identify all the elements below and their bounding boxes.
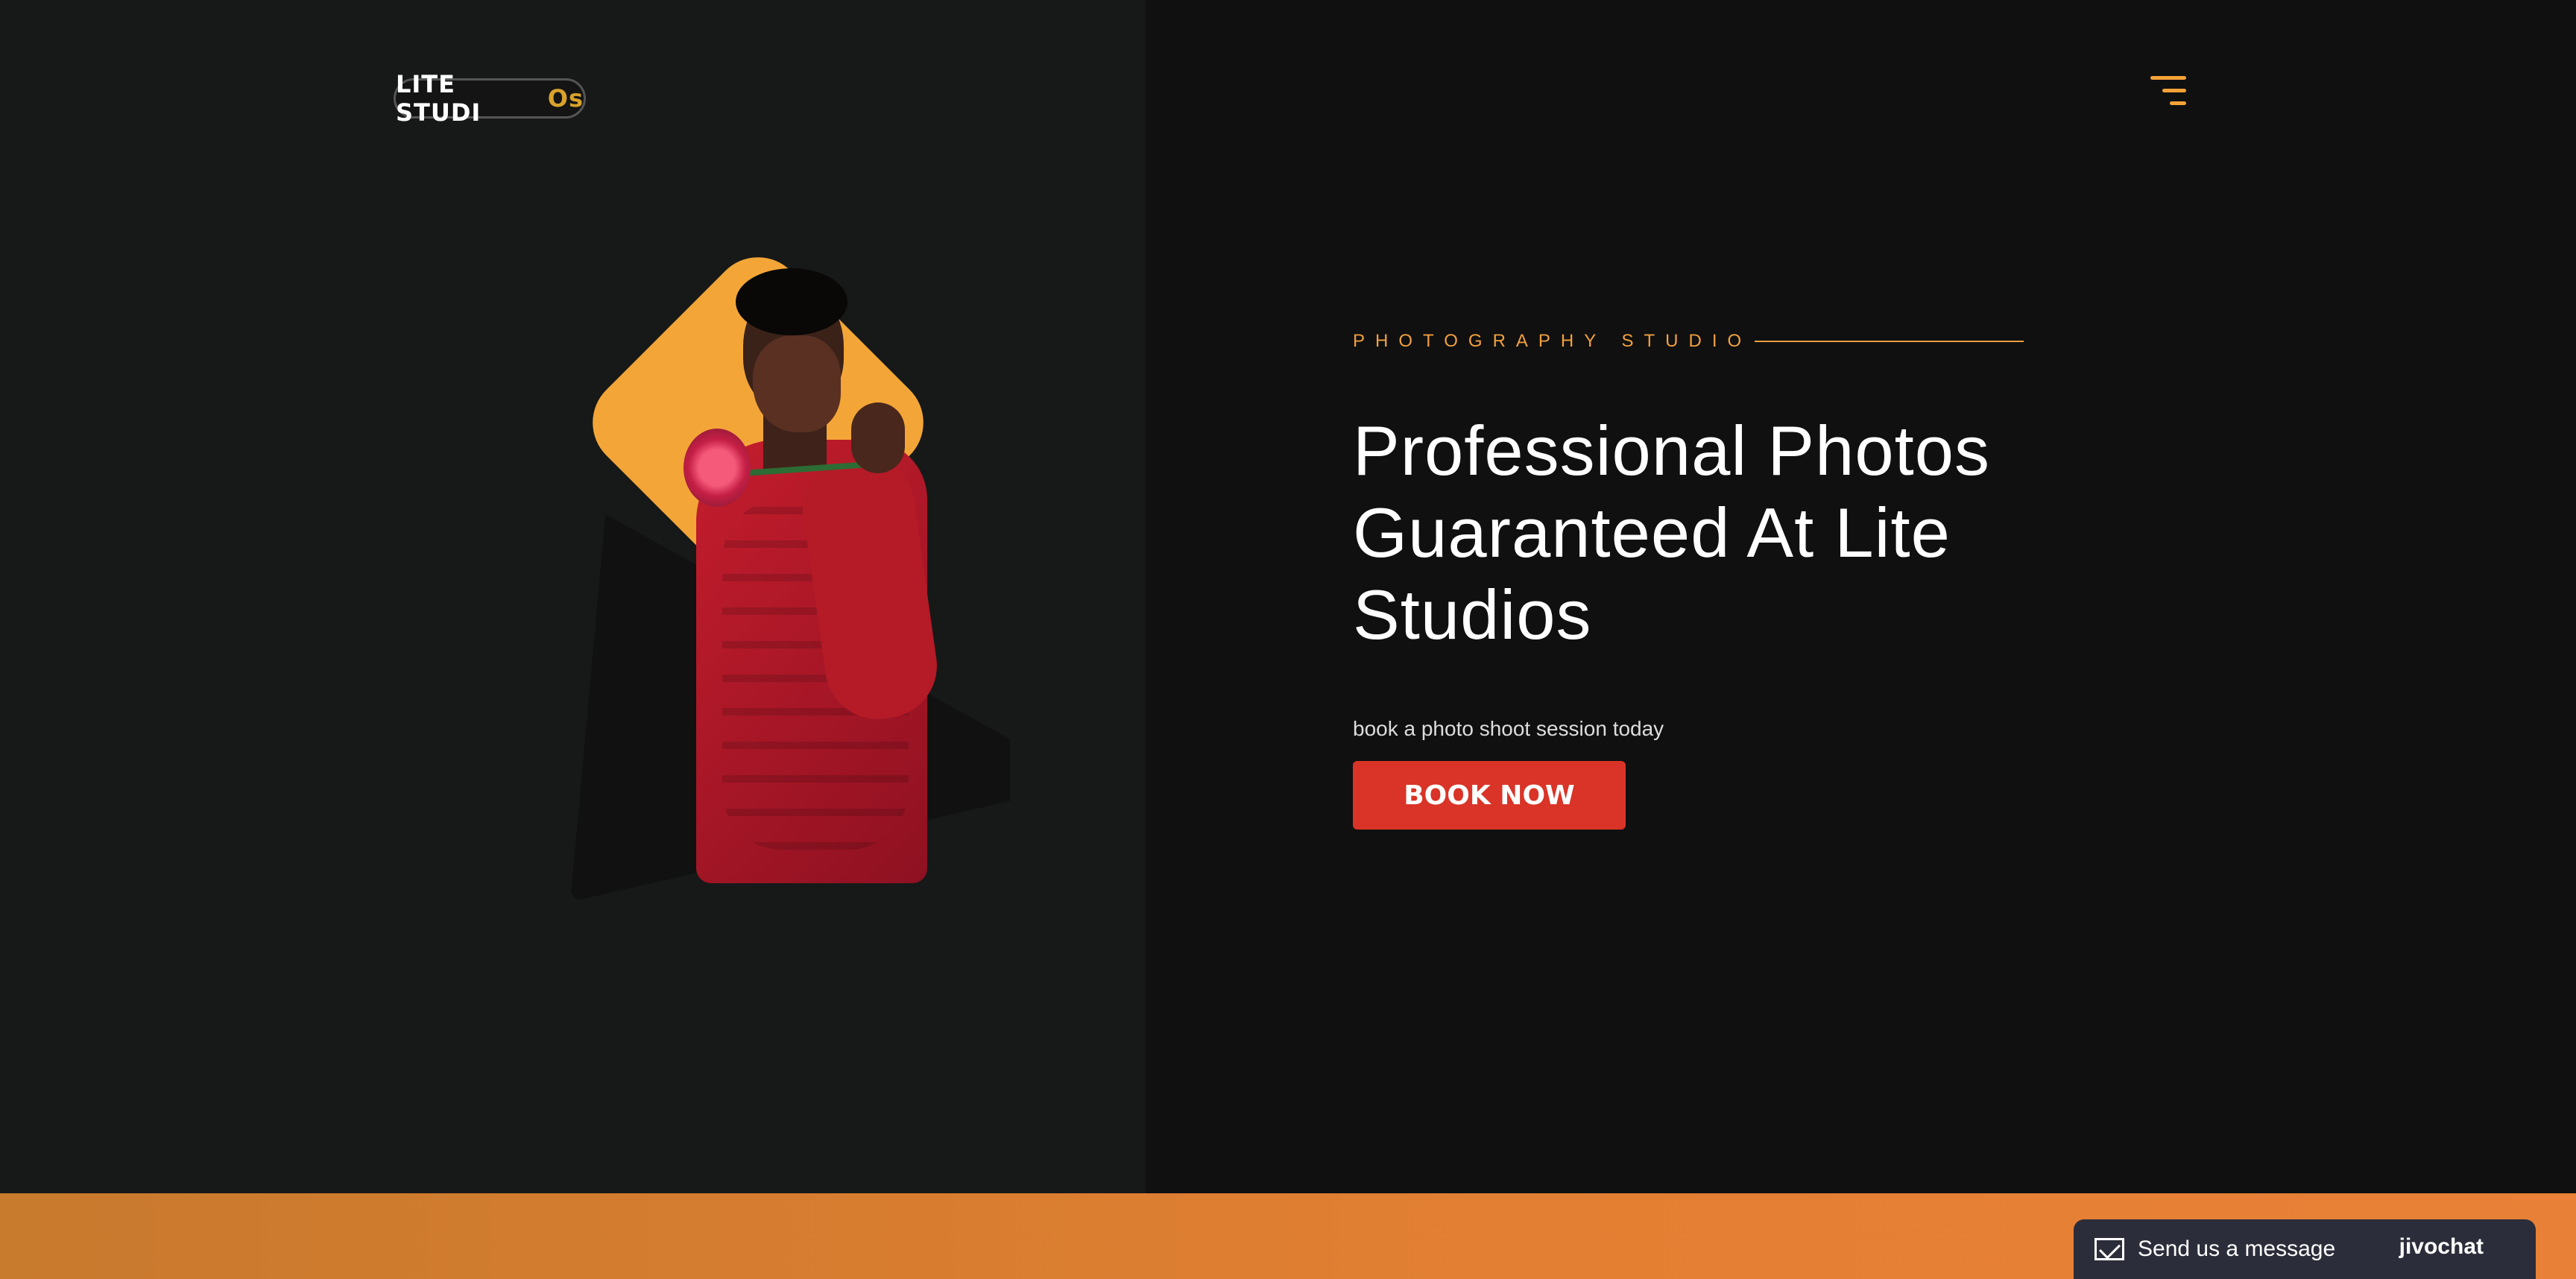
- chat-brand: jivochat: [2399, 1234, 2484, 1259]
- hero-subtitle: book a photo shoot session today: [1353, 717, 1664, 740]
- hamburger-menu-icon[interactable]: [2150, 76, 2186, 107]
- book-now-button[interactable]: BOOK NOW: [1353, 761, 1626, 830]
- model-face: [753, 335, 841, 432]
- page-title: Professional Photos Guaranteed At Lite S…: [1353, 411, 1991, 654]
- portrait-image: [559, 224, 1021, 902]
- logo-accent-text: Os: [547, 84, 584, 113]
- eyebrow-divider: [1755, 341, 2024, 342]
- menu-line: [2150, 76, 2186, 80]
- eyebrow-text: PHOTOGRAPHY STUDIO: [1353, 331, 1752, 351]
- model-portrait: [628, 268, 944, 887]
- logo-main-text: LITE STUDI: [396, 70, 482, 127]
- model-hand: [851, 402, 905, 473]
- site-logo[interactable]: LITE STUDI Os: [394, 70, 586, 127]
- mail-icon: [2094, 1238, 2124, 1260]
- menu-line: [2162, 89, 2186, 92]
- chat-message: Send us a message: [2138, 1237, 2336, 1261]
- hero-content: PHOTOGRAPHY STUDIO Professional Photos G…: [1353, 328, 2024, 830]
- chat-widget[interactable]: Send us a message jivochat: [2074, 1219, 2536, 1279]
- model-hair: [736, 268, 847, 335]
- menu-line: [2170, 101, 2186, 105]
- eyebrow-row: PHOTOGRAPHY STUDIO: [1353, 328, 2024, 355]
- rose-flower: [684, 429, 751, 507]
